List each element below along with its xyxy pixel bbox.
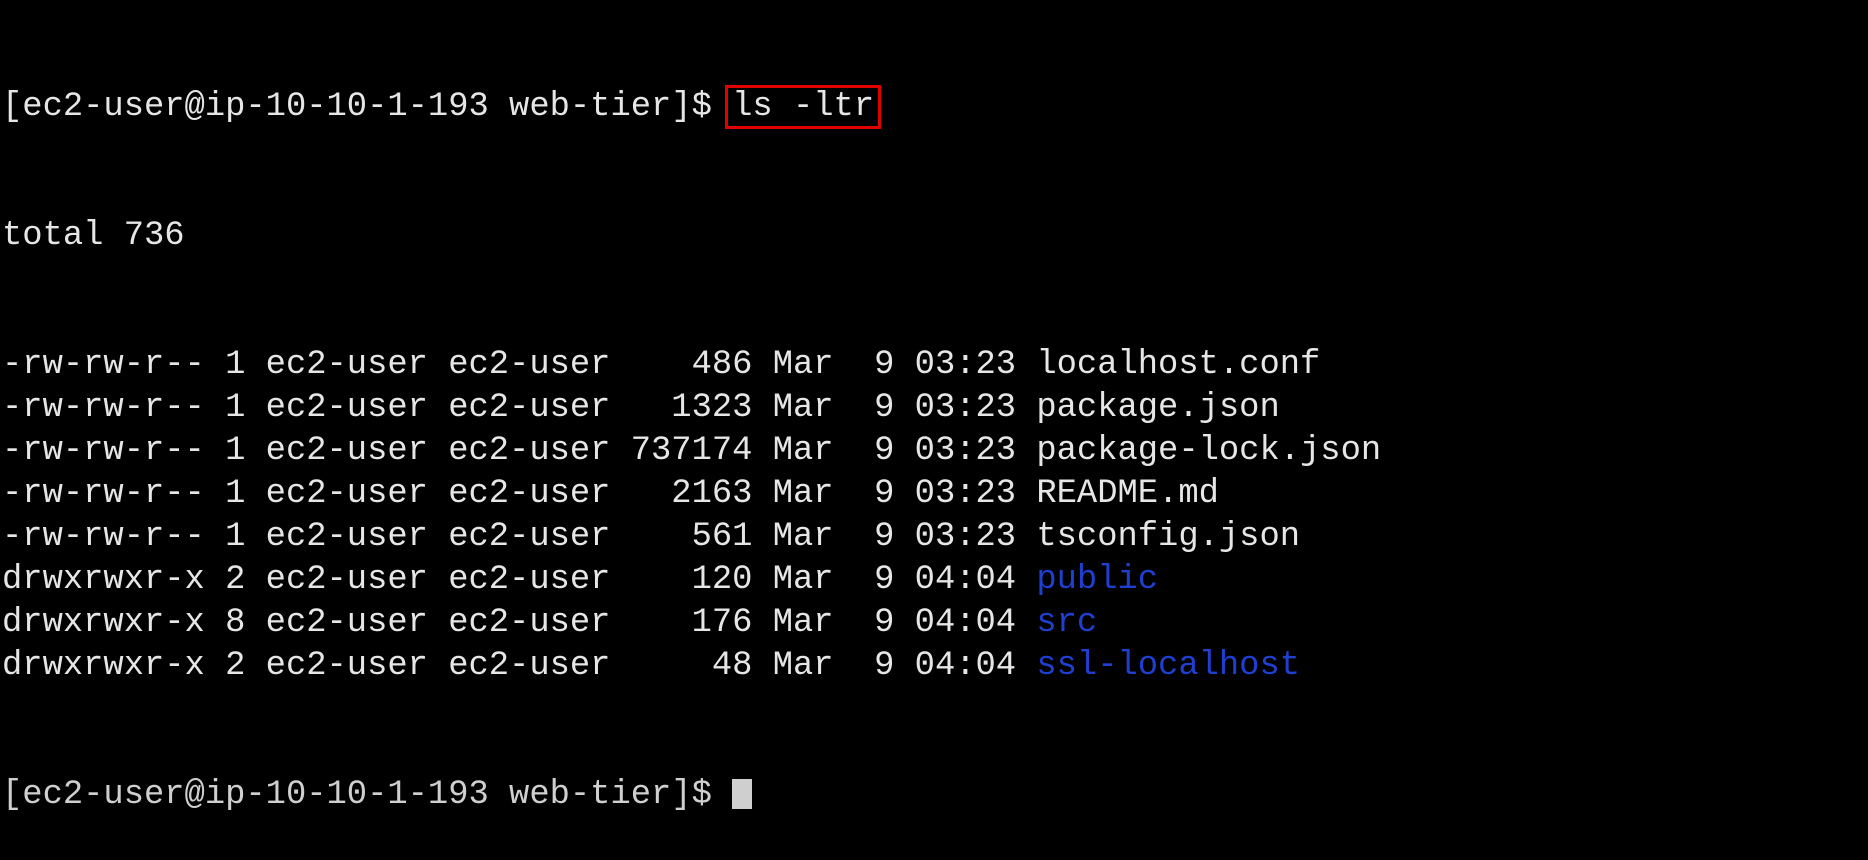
prompt: [ec2-user@ip-10-10-1-193 web-tier]$	[2, 88, 733, 126]
directory-name: src	[1036, 604, 1098, 642]
total-line: total 736	[2, 217, 185, 255]
entry-details: drwxrwxr-x 2 ec2-user ec2-user 48 Mar 9 …	[2, 647, 1037, 685]
prompt: [ec2-user@ip-10-10-1-193 web-tier]$	[2, 776, 733, 814]
file-entry: -rw-rw-r-- 1 ec2-user ec2-user 561 Mar 9…	[2, 516, 1381, 559]
file-entry: -rw-rw-r-- 1 ec2-user ec2-user 1323 Mar …	[2, 387, 1381, 430]
file-name: package-lock.json	[1036, 432, 1382, 470]
file-entry: drwxrwxr-x 8 ec2-user ec2-user 176 Mar 9…	[2, 602, 1381, 645]
listing: -rw-rw-r-- 1 ec2-user ec2-user 486 Mar 9…	[2, 344, 1381, 688]
command-line: [ec2-user@ip-10-10-1-193 web-tier]$ ls -…	[2, 85, 1381, 129]
entry-details: drwxrwxr-x 2 ec2-user ec2-user 120 Mar 9…	[2, 561, 1037, 599]
file-entry: -rw-rw-r-- 1 ec2-user ec2-user 486 Mar 9…	[2, 344, 1381, 387]
entry-details: -rw-rw-r-- 1 ec2-user ec2-user 2163 Mar …	[2, 475, 1037, 513]
cursor	[732, 779, 753, 809]
entry-details: -rw-rw-r-- 1 ec2-user ec2-user 737174 Ma…	[2, 432, 1037, 470]
terminal-output[interactable]: [ec2-user@ip-10-10-1-193 web-tier]$ ls -…	[2, 0, 1381, 860]
entry-details: drwxrwxr-x 8 ec2-user ec2-user 176 Mar 9…	[2, 604, 1037, 642]
file-entry: -rw-rw-r-- 1 ec2-user ec2-user 2163 Mar …	[2, 473, 1381, 516]
entry-details: -rw-rw-r-- 1 ec2-user ec2-user 1323 Mar …	[2, 389, 1037, 427]
file-name: README.md	[1036, 475, 1219, 513]
file-name: package.json	[1036, 389, 1280, 427]
file-name: localhost.conf	[1036, 346, 1321, 384]
entry-details: -rw-rw-r-- 1 ec2-user ec2-user 561 Mar 9…	[2, 518, 1037, 556]
file-entry: drwxrwxr-x 2 ec2-user ec2-user 48 Mar 9 …	[2, 645, 1381, 688]
file-entry: drwxrwxr-x 2 ec2-user ec2-user 120 Mar 9…	[2, 559, 1381, 602]
directory-name: public	[1036, 561, 1159, 599]
entry-details: -rw-rw-r-- 1 ec2-user ec2-user 486 Mar 9…	[2, 346, 1037, 384]
highlighted-command: ls -ltr	[725, 85, 882, 129]
file-name: tsconfig.json	[1036, 518, 1301, 556]
file-entry: -rw-rw-r-- 1 ec2-user ec2-user 737174 Ma…	[2, 430, 1381, 473]
directory-name: ssl-localhost	[1036, 647, 1301, 685]
next-prompt-line: [ec2-user@ip-10-10-1-193 web-tier]$	[2, 774, 1381, 817]
